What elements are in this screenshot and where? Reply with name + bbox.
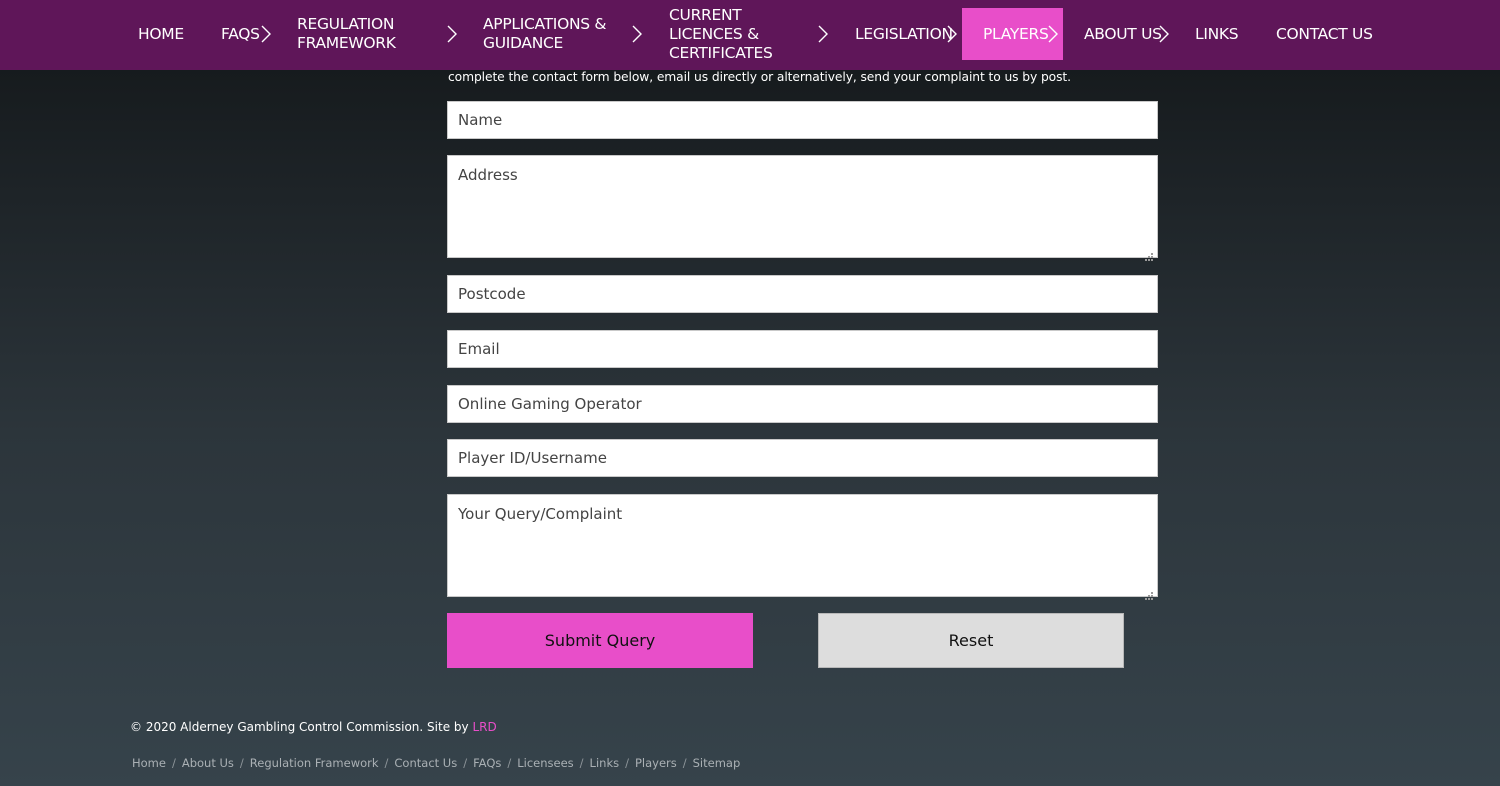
footer-link-about-us[interactable]: About Us xyxy=(182,756,234,770)
nav-item-current-licences[interactable]: CURRENT LICENCES & CERTIFICATES xyxy=(669,5,809,62)
chevron-right-icon[interactable] xyxy=(259,8,273,60)
query-placeholder: Your Query/Complaint xyxy=(458,505,623,523)
nav-item-label: ABOUT US xyxy=(1084,24,1162,43)
address-field[interactable]: Address xyxy=(447,155,1158,261)
nav-item-label: LEGISLATION xyxy=(855,24,953,43)
resize-handle-icon[interactable] xyxy=(1145,246,1153,261)
footer-link-regulation-framework[interactable]: Regulation Framework xyxy=(250,756,379,770)
footer-link-licensees[interactable]: Licensees xyxy=(517,756,573,770)
postcode-field[interactable]: Postcode xyxy=(447,275,1158,313)
chevron-right-icon[interactable] xyxy=(945,8,959,60)
name-field[interactable]: Name xyxy=(447,101,1158,139)
nav-item-applications-guidance[interactable]: APPLICATIONS & GUIDANCE xyxy=(483,8,618,60)
chevron-right-icon[interactable] xyxy=(445,8,459,60)
footer-link-players[interactable]: Players xyxy=(635,756,677,770)
operator-field[interactable]: Online Gaming Operator xyxy=(447,385,1158,423)
email-placeholder: Email xyxy=(458,340,500,358)
resize-handle-icon[interactable] xyxy=(1145,585,1153,600)
nav-item-label: REGULATION FRAMEWORK xyxy=(297,15,396,52)
query-field[interactable]: Your Query/Complaint xyxy=(447,494,1158,600)
nav-item-label: APPLICATIONS & GUIDANCE xyxy=(483,15,607,52)
footer-separator: / xyxy=(625,756,629,770)
footer-separator: / xyxy=(384,756,389,770)
footer-link-links[interactable]: Links xyxy=(590,756,620,770)
postcode-placeholder: Postcode xyxy=(458,285,526,303)
chevron-right-icon[interactable] xyxy=(1157,8,1171,60)
footer-link-contact-us[interactable]: Contact Us xyxy=(394,756,457,770)
operator-placeholder: Online Gaming Operator xyxy=(458,395,642,413)
chevron-right-icon[interactable] xyxy=(816,8,830,60)
main-navigation: HOME FAQS REGULATION FRAMEWORK APPLICATI… xyxy=(0,0,1500,70)
nav-item-about-us[interactable]: ABOUT US xyxy=(1084,8,1162,60)
footer-link-sitemap[interactable]: Sitemap xyxy=(693,756,741,770)
site-credit-link[interactable]: LRD xyxy=(472,720,496,734)
nav-item-label: CURRENT LICENCES & CERTIFICATES xyxy=(669,5,773,62)
footer-separator: / xyxy=(171,756,176,770)
copyright-notice: © 2020 Alderney Gambling Control Commiss… xyxy=(130,720,497,734)
footer-separator: / xyxy=(682,756,687,770)
player-id-placeholder: Player ID/Username xyxy=(458,449,607,467)
name-placeholder: Name xyxy=(458,111,503,129)
nav-item-label: CONTACT US xyxy=(1276,24,1373,43)
nav-item-faqs[interactable]: FAQS xyxy=(221,8,260,60)
nav-item-legislation[interactable]: LEGISLATION xyxy=(855,8,953,60)
footer-separator: / xyxy=(463,756,468,770)
nav-item-label: FAQS xyxy=(221,24,260,43)
nav-item-label: LINKS xyxy=(1195,24,1239,43)
nav-item-regulation-framework[interactable]: REGULATION FRAMEWORK xyxy=(297,8,437,60)
footer-link-home[interactable]: Home xyxy=(132,756,166,770)
address-placeholder: Address xyxy=(458,166,518,184)
footer-separator: / xyxy=(579,756,584,770)
footer-separator: / xyxy=(239,756,244,770)
footer-link-faqs[interactable]: FAQs xyxy=(473,756,501,770)
nav-item-contact-us[interactable]: CONTACT US xyxy=(1276,8,1373,60)
footer-separator: / xyxy=(507,756,512,770)
nav-item-label: HOME xyxy=(138,24,184,43)
chevron-right-icon[interactable] xyxy=(630,8,644,60)
chevron-right-icon[interactable] xyxy=(1046,8,1060,60)
intro-text: complete the contact form below, email u… xyxy=(448,70,1071,84)
nav-item-label: PLAYERS xyxy=(983,24,1049,43)
nav-item-home[interactable]: HOME xyxy=(138,8,184,60)
submit-query-button[interactable]: Submit Query xyxy=(447,613,753,668)
email-field[interactable]: Email xyxy=(447,330,1158,368)
copyright-text: © 2020 Alderney Gambling Control Commiss… xyxy=(130,720,469,734)
reset-button[interactable]: Reset xyxy=(818,613,1124,668)
footer-links: Home / About Us / Regulation Framework /… xyxy=(132,756,740,770)
nav-item-links[interactable]: LINKS xyxy=(1195,8,1239,60)
player-id-field[interactable]: Player ID/Username xyxy=(447,439,1158,477)
